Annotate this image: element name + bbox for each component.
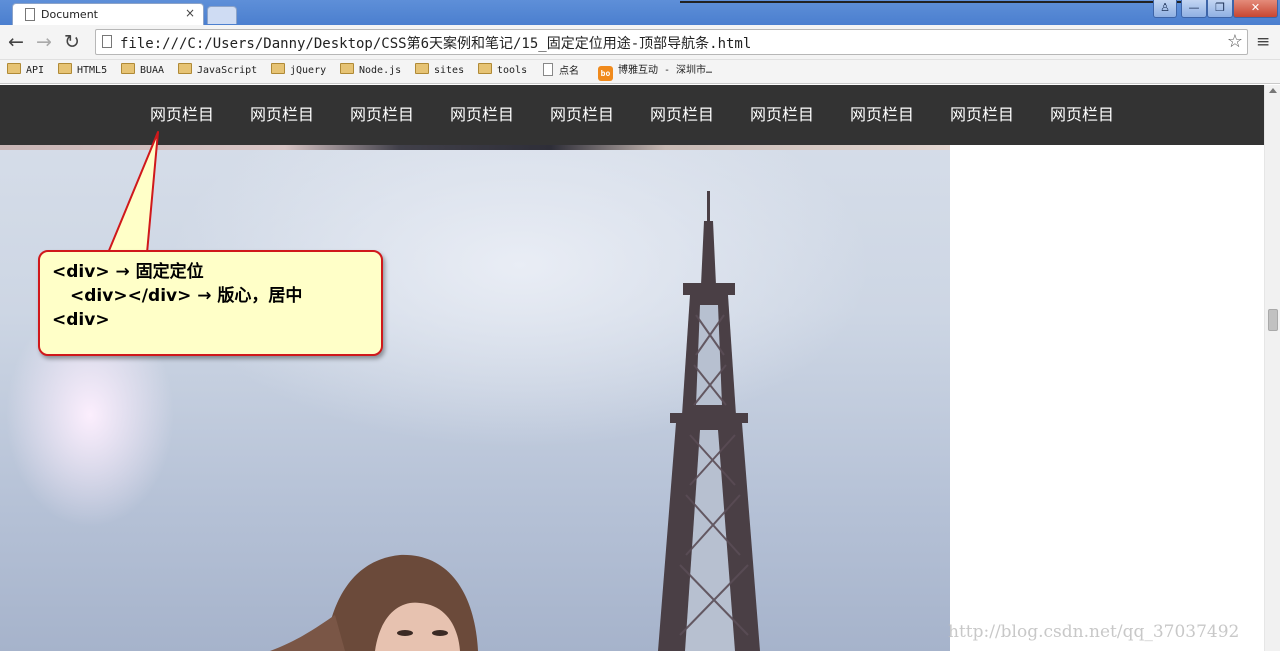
maximize-button[interactable]: ❐: [1207, 0, 1233, 18]
page-icon: [102, 35, 112, 48]
folder-icon: [178, 63, 192, 74]
folder-icon: [415, 63, 429, 74]
page-icon: [543, 63, 553, 76]
bookmark-buaa[interactable]: BUAA: [121, 63, 164, 79]
user-icon[interactable]: ♙: [1153, 0, 1177, 18]
bookmark-html5[interactable]: HTML5: [58, 63, 107, 79]
folder-icon: [7, 63, 21, 74]
nav-item-4[interactable]: 网页栏目: [432, 85, 532, 145]
bookmark-boyaa[interactable]: bo 博雅互动 - 深圳市…: [598, 63, 712, 81]
nav-item-6[interactable]: 网页栏目: [632, 85, 732, 145]
address-bar[interactable]: file:///C:/Users/Danny/Desktop/CSS第6天案例和…: [95, 29, 1248, 55]
boyaa-icon: bo: [598, 66, 613, 81]
tab-close-icon[interactable]: ×: [185, 6, 195, 20]
close-window-button[interactable]: ✕: [1233, 0, 1278, 18]
bookmark-tools[interactable]: tools: [478, 63, 527, 79]
watermark-text: http://blog.csdn.net/qq_37037492: [948, 622, 1240, 642]
folder-icon: [478, 63, 492, 74]
scroll-up-arrow-icon[interactable]: [1269, 88, 1277, 93]
reload-icon[interactable]: ↻: [64, 31, 80, 53]
callout-line-2: <div></div> → 版心，居中: [70, 286, 303, 306]
bookmark-javascript[interactable]: JavaScript: [178, 63, 257, 79]
bookmark-jquery[interactable]: jQuery: [271, 63, 326, 79]
nav-item-10[interactable]: 网页栏目: [1032, 85, 1132, 145]
forward-arrow-icon[interactable]: →: [36, 31, 52, 53]
nav-item-8[interactable]: 网页栏目: [832, 85, 932, 145]
browser-titlebar: Document × ♙ — ❐ ✕: [0, 0, 1280, 25]
document-icon: [25, 8, 35, 21]
folder-icon: [58, 63, 72, 74]
minimize-button[interactable]: —: [1181, 0, 1207, 18]
callout-line-3: <div>: [52, 310, 110, 330]
nav-item-7[interactable]: 网页栏目: [732, 85, 832, 145]
nav-item-9[interactable]: 网页栏目: [932, 85, 1032, 145]
scrollbar-thumb[interactable]: [1268, 309, 1278, 331]
folder-icon: [121, 63, 135, 74]
menu-icon[interactable]: ≡: [1256, 32, 1270, 52]
tab-document[interactable]: Document ×: [12, 3, 204, 25]
bookmark-api[interactable]: API: [7, 63, 44, 79]
annotation-callout: <div> → 固定定位 <div></div> → 版心，居中 <div>: [38, 250, 383, 356]
folder-icon: [340, 63, 354, 74]
vertical-scrollbar[interactable]: [1264, 85, 1280, 651]
bookmark-sites[interactable]: sites: [415, 63, 464, 79]
bookmarks-bar: API HTML5 BUAA JavaScript jQuery Node.js…: [0, 60, 1280, 84]
back-arrow-icon[interactable]: ←: [8, 31, 24, 53]
callout-line-1: <div> → 固定定位: [52, 262, 204, 282]
new-tab-button[interactable]: [207, 6, 237, 24]
folder-icon: [271, 63, 285, 74]
bookmark-dianming[interactable]: 点名: [543, 63, 579, 80]
bookmark-nodejs[interactable]: Node.js: [340, 63, 401, 79]
tab-title: Document: [41, 8, 98, 21]
star-icon[interactable]: ☆: [1227, 31, 1243, 52]
nav-item-5[interactable]: 网页栏目: [532, 85, 632, 145]
titlebar-line: [680, 1, 1198, 3]
browser-toolbar: ← → ↻ file:///C:/Users/Danny/Desktop/CSS…: [0, 25, 1280, 60]
url-text[interactable]: file:///C:/Users/Danny/Desktop/CSS第6天案例和…: [120, 33, 751, 53]
page-viewport: 网页栏目 网页栏目 网页栏目 网页栏目 网页栏目 网页栏目 网页栏目 网页栏目 …: [0, 85, 1264, 651]
